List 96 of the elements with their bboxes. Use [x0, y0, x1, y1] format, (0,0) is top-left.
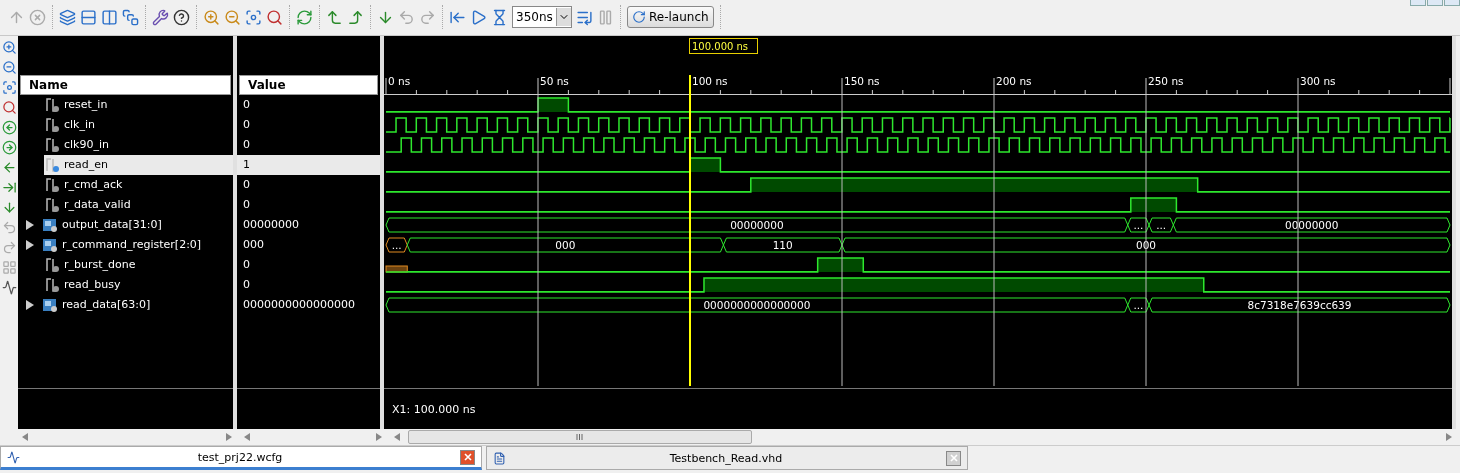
time-label: 0 ns	[388, 74, 411, 87]
name-column-header[interactable]: Name	[20, 74, 231, 95]
zoom-in-icon[interactable]	[203, 8, 220, 26]
time-label: 200 ns	[996, 74, 1032, 87]
bus-signal-icon	[42, 236, 58, 253]
signal-value: 00000000	[242, 217, 300, 234]
signal-row[interactable]: output_data[31:0]	[44, 214, 233, 235]
corner-left-icon[interactable]	[326, 8, 343, 26]
down-arrow-icon[interactable]	[1, 199, 17, 215]
signal-value: 1	[237, 154, 380, 175]
wave-icon	[7, 450, 20, 464]
bus-value: ...	[391, 238, 402, 251]
signal-row[interactable]: r_burst_done	[44, 254, 233, 275]
bit-signal-icon	[44, 176, 60, 193]
wrench-icon[interactable]	[152, 8, 169, 26]
signal-row[interactable]: r_cmd_ack	[44, 174, 233, 195]
zoom-out-icon[interactable]	[1, 59, 17, 75]
time-label: 50 ns	[540, 74, 569, 87]
relaunch-button[interactable]: Re-launch	[627, 6, 714, 29]
bit-signal-icon	[44, 156, 60, 173]
file-tab[interactable]: test_prj22.wcfg	[0, 446, 482, 471]
rotate-icon	[632, 10, 646, 25]
cascade-icon[interactable]	[59, 8, 76, 26]
close-icon[interactable]	[460, 449, 475, 465]
scroll-left-icon[interactable]	[21, 433, 28, 442]
window-button[interactable]	[1410, 0, 1426, 6]
value-column-header[interactable]: Value	[239, 74, 378, 95]
signal-value: 000	[242, 237, 265, 254]
bit-signal-icon	[44, 116, 60, 133]
signal-row[interactable]: r_data_valid	[44, 194, 233, 215]
signal-value: 0	[242, 257, 251, 274]
signal-row[interactable]: read_busy	[44, 274, 233, 295]
run-time-dropdown[interactable]: 350ns	[512, 6, 572, 29]
corner-right-icon[interactable]	[347, 8, 364, 26]
scroll-right-icon[interactable]	[375, 433, 382, 442]
time-label: 300 ns	[1300, 74, 1336, 87]
search-icon[interactable]	[1, 99, 17, 115]
bus-value: 8c7318e7639cc639	[1247, 298, 1352, 311]
bus-value: ...	[1156, 218, 1167, 231]
zoom-fit-icon[interactable]	[245, 8, 262, 26]
bit-signal-icon	[44, 196, 60, 213]
signal-value: 0	[242, 117, 251, 134]
time-label: 100 ns	[692, 74, 728, 87]
bus-value: 0000000000000000	[703, 298, 811, 311]
zoom-fit-icon[interactable]	[1, 79, 17, 95]
bus-signal-icon	[42, 216, 58, 233]
document-icon	[493, 451, 506, 465]
bus-value: 110	[772, 238, 793, 251]
search-icon[interactable]	[266, 8, 283, 26]
scroll-thumb[interactable]	[407, 430, 752, 445]
signal-value: 0	[242, 137, 251, 154]
grip-icon	[576, 434, 584, 441]
bus-value: ...	[1133, 298, 1144, 311]
bit-signal-icon	[44, 276, 60, 293]
signal-value: 0000000000000000	[242, 297, 356, 314]
signal-row[interactable]: read_en	[44, 154, 233, 175]
rows-icon[interactable]	[80, 8, 97, 26]
time-label: 150 ns	[844, 74, 880, 87]
signal-value: 0	[242, 197, 251, 214]
zoom-out-icon[interactable]	[224, 8, 241, 26]
scroll-right-icon[interactable]	[225, 433, 232, 442]
bus-value: 000	[555, 238, 576, 251]
help-icon[interactable]	[173, 8, 190, 26]
window-button[interactable]	[1427, 0, 1443, 6]
bit-signal-icon	[44, 256, 60, 273]
cursor-label: 100.000 ns	[689, 37, 758, 54]
bus-signal-icon	[42, 296, 58, 313]
scroll-left-icon[interactable]	[243, 433, 250, 442]
signal-row[interactable]: reset_in	[44, 94, 233, 115]
close-icon[interactable]	[946, 450, 961, 466]
window-button[interactable]	[1444, 0, 1460, 6]
bit-signal-icon	[44, 136, 60, 153]
scroll-right-icon[interactable]	[1446, 433, 1452, 442]
scroll-left-icon[interactable]	[393, 433, 400, 442]
file-tab[interactable]: Testbench_Read.vhd	[486, 446, 968, 471]
wave-icon[interactable]	[1, 279, 17, 295]
play-icon[interactable]	[470, 8, 487, 26]
bus-value: 00000000	[730, 218, 784, 231]
windows-icon[interactable]	[122, 8, 139, 26]
signal-row[interactable]: clk90_in	[44, 134, 233, 155]
signal-row[interactable]: clk_in	[44, 114, 233, 135]
signal-value: 0	[242, 177, 251, 194]
columns-icon[interactable]	[101, 8, 118, 26]
bus-value: ...	[1133, 218, 1144, 231]
signal-value: 0	[242, 277, 251, 294]
bus-value: 00000000	[1284, 218, 1339, 231]
cursor-readout: X1: 100.000 ns	[391, 401, 477, 418]
signal-row[interactable]: r_command_register[2:0]	[44, 234, 233, 255]
hourglass-icon[interactable]	[491, 8, 508, 26]
zoom-in-icon[interactable]	[1, 39, 17, 55]
signal-row[interactable]: read_data[63:0]	[44, 294, 233, 315]
bus-value: 000	[1136, 238, 1156, 251]
bit-signal-icon	[44, 96, 60, 113]
signal-value: 0	[242, 97, 251, 114]
time-label: 250 ns	[1148, 74, 1184, 87]
refresh-icon[interactable]	[296, 8, 313, 26]
